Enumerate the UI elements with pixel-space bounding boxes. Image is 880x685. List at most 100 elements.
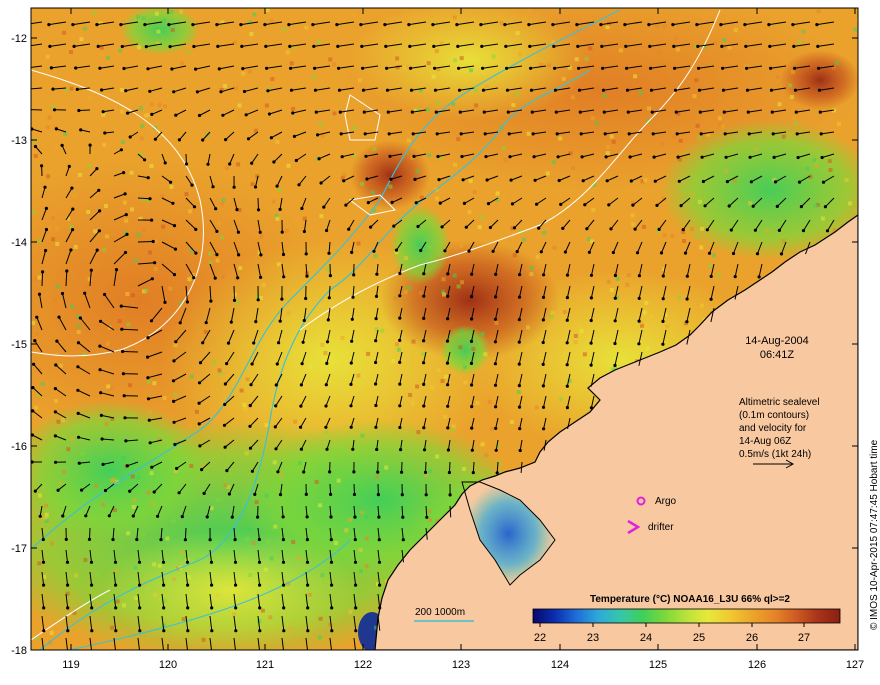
velocity-arrow-head — [40, 164, 43, 167]
velocity-arrow-head — [205, 321, 208, 324]
velocity-arrow-head — [422, 295, 425, 298]
sst-pixel — [708, 264, 712, 268]
velocity-arrow-head — [730, 228, 733, 231]
velocity-arrow-head — [274, 447, 277, 450]
sst-pixel — [682, 239, 686, 243]
velocity-arrow-head — [375, 295, 378, 298]
sst-pixel — [287, 164, 291, 168]
sst-pixel — [55, 242, 59, 246]
velocity-arrow-head — [173, 421, 176, 424]
velocity-arrow-head — [374, 339, 377, 342]
velocity-arrow — [450, 506, 451, 517]
velocity-arrow-head — [647, 23, 650, 26]
velocity-arrow-head — [210, 652, 213, 655]
sst-pixel — [510, 420, 514, 424]
sst-pixel — [126, 322, 130, 326]
velocity-arrow-head — [398, 294, 401, 297]
sst-pixel — [288, 627, 292, 631]
sst-pixel — [663, 24, 667, 28]
sst-pixel — [788, 83, 792, 87]
velocity-arrow-head — [834, 652, 837, 655]
sst-pixel — [547, 63, 551, 67]
velocity-arrow-head — [54, 410, 57, 413]
sst-pixel — [790, 95, 794, 99]
velocity-arrow-head — [697, 67, 700, 70]
velocity-arrow-head — [479, 23, 482, 26]
velocity-arrow-head — [518, 296, 521, 299]
sst-pixel — [70, 87, 74, 91]
sst-pixel — [631, 213, 635, 217]
sst-pixel — [791, 70, 795, 74]
velocity-arrow-head — [313, 67, 316, 70]
sst-pixel — [57, 420, 61, 424]
velocity-arrow-head — [282, 584, 285, 587]
sst-pixel — [591, 116, 595, 120]
velocity-arrow-head — [42, 584, 45, 587]
sst-pixel — [453, 163, 457, 167]
sst-pixel — [202, 638, 206, 642]
sst-pixel — [353, 587, 357, 591]
velocity-arrow-head — [214, 207, 217, 210]
sst-pixel — [287, 403, 291, 407]
velocity-arrow-head — [413, 178, 416, 181]
velocity-arrow-head — [324, 426, 327, 429]
velocity-arrow-head — [90, 606, 93, 609]
sst-pixel — [96, 572, 100, 576]
velocity-arrow-head — [534, 179, 537, 182]
velocity-arrow-head — [793, 67, 796, 70]
colorbar-tick-label: 26 — [746, 632, 758, 644]
sst-pixel — [535, 406, 539, 410]
velocity-arrow-head — [129, 135, 132, 138]
velocity-arrow-head — [259, 276, 262, 279]
sst-pixel — [583, 352, 587, 356]
sst-pixel — [73, 193, 77, 197]
velocity-arrow-head — [54, 434, 57, 437]
velocity-arrow-head — [164, 161, 167, 164]
sst-pixel — [502, 146, 506, 150]
velocity-arrow-head — [138, 652, 141, 655]
sst-pixel — [344, 528, 348, 532]
sst-pixel — [270, 77, 274, 81]
velocity-arrow-head — [276, 362, 279, 365]
sst-pixel — [542, 231, 546, 235]
velocity-arrow-head — [96, 249, 99, 252]
velocity-arrow-head — [41, 270, 44, 273]
velocity-arrow-head — [172, 379, 175, 382]
sst-pixel — [528, 9, 532, 13]
sst-pixel — [698, 200, 702, 204]
velocity-arrow-head — [518, 427, 521, 430]
velocity-arrow-head — [328, 470, 331, 473]
sst-pixel — [37, 561, 41, 565]
sst-pixel — [419, 291, 423, 295]
velocity-arrow-head — [65, 269, 68, 272]
sst-pixel — [391, 359, 395, 363]
sst-pixel — [280, 384, 284, 388]
velocity-arrow-head — [518, 318, 521, 321]
sst-pixel — [120, 110, 124, 114]
sst-pixel — [150, 164, 154, 168]
sst-pixel — [408, 540, 412, 544]
velocity-arrow-head — [193, 205, 196, 208]
velocity-arrow-head — [470, 340, 473, 343]
velocity-arrow-head — [599, 23, 602, 26]
velocity-arrow-head — [458, 89, 461, 92]
sst-pixel — [117, 18, 121, 22]
velocity-arrow-head — [818, 89, 821, 92]
sst-pixel — [34, 154, 38, 158]
velocity-arrow-head — [607, 203, 610, 206]
velocity-arrow-head — [354, 561, 357, 564]
velocity-arrow-head — [590, 319, 593, 322]
velocity-arrow-head — [186, 300, 189, 303]
velocity-arrow-head — [486, 178, 489, 181]
velocity-arrow-head — [315, 111, 318, 114]
sst-pixel — [432, 75, 436, 79]
sst-pixel — [136, 15, 140, 19]
sst-pixel — [134, 566, 138, 570]
velocity-arrow-head — [43, 186, 46, 189]
velocity-arrow-head — [115, 268, 118, 271]
sst-pixel — [130, 171, 134, 175]
sst-pixel — [492, 55, 496, 59]
sst-pixel — [268, 615, 272, 619]
velocity-arrow-head — [122, 67, 125, 70]
velocity-arrow-head — [147, 397, 150, 400]
